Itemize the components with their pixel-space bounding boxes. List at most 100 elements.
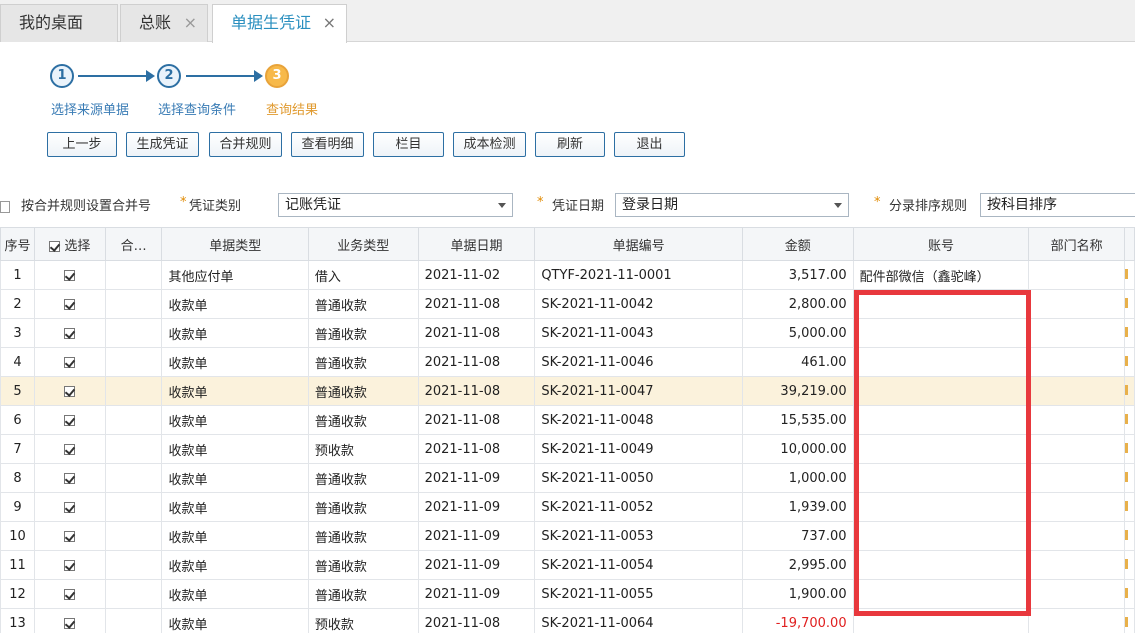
cell-seq[interactable]: 11 — [0, 550, 35, 580]
cell-amount[interactable]: 1,900.00 — [741, 579, 854, 609]
cell-amount[interactable]: 10,000.00 — [741, 434, 854, 464]
row-select-checkbox[interactable] — [64, 385, 76, 397]
exit-button[interactable]: 退出 — [614, 132, 685, 157]
cell-amount[interactable]: 461.00 — [741, 347, 854, 377]
table-row[interactable]: 7 收款单 预收款 2021-11-08 SK-2021-11-0049 10,000.0… — [0, 434, 1135, 464]
cell-select[interactable] — [33, 579, 106, 609]
cell-doc-date[interactable]: 2021-11-09 — [417, 550, 536, 580]
cell-account[interactable] — [852, 376, 1030, 406]
cell-biz-type[interactable]: 普通收款 — [307, 521, 419, 551]
cell-biz-type[interactable]: 普通收款 — [307, 318, 419, 348]
cell-seq[interactable]: 4 — [0, 347, 35, 377]
cell-doc-no[interactable]: SK-2021-11-0042 — [534, 289, 743, 319]
merge-rules-button[interactable]: 合并规则 — [209, 132, 282, 157]
cell-select[interactable] — [33, 550, 106, 580]
cell-doc-type[interactable]: 收款单 — [161, 405, 309, 435]
table-row[interactable]: 13 收款单 预收款 2021-11-08 SK-2021-11-0064 -19,700… — [0, 608, 1135, 633]
cell-doc-type[interactable]: 收款单 — [161, 550, 309, 580]
cell-dept[interactable] — [1028, 463, 1125, 493]
cell-account[interactable] — [852, 289, 1030, 319]
cell-doc-no[interactable]: SK-2021-11-0047 — [534, 376, 743, 406]
cell-doc-date[interactable]: 2021-11-09 — [417, 521, 536, 551]
table-row[interactable]: 5 收款单 普通收款 2021-11-08 SK-2021-11-0047 39,219.… — [0, 376, 1135, 406]
cell-amount[interactable]: 1,000.00 — [741, 463, 854, 493]
row-select-checkbox[interactable] — [64, 501, 76, 513]
cell-doc-no[interactable]: SK-2021-11-0052 — [534, 492, 743, 522]
columns-button[interactable]: 栏目 — [373, 132, 444, 157]
cell-merge[interactable] — [104, 318, 163, 348]
table-row[interactable]: 2 收款单 普通收款 2021-11-08 SK-2021-11-0042 2,800.0… — [0, 289, 1135, 319]
tab-general-ledger[interactable]: 总账 × — [120, 4, 208, 42]
cell-amount[interactable]: 3,517.00 — [741, 260, 854, 290]
cell-overflow[interactable] — [1123, 260, 1135, 290]
refresh-button[interactable]: 刷新 — [535, 132, 605, 157]
chevron-down-icon[interactable] — [498, 203, 506, 208]
cell-overflow[interactable] — [1123, 347, 1135, 377]
cell-doc-date[interactable]: 2021-11-09 — [417, 463, 536, 493]
cell-dept[interactable] — [1028, 579, 1125, 609]
cell-overflow[interactable] — [1123, 318, 1135, 348]
cell-account[interactable] — [852, 521, 1030, 551]
col-header-dept[interactable]: 部门名称 — [1028, 227, 1125, 261]
col-header-select[interactable]: 选择 — [33, 227, 106, 261]
table-row[interactable]: 3 收款单 普通收款 2021-11-08 SK-2021-11-0043 5,000.0… — [0, 318, 1135, 348]
cell-biz-type[interactable]: 预收款 — [307, 608, 419, 633]
cell-doc-date[interactable]: 2021-11-08 — [417, 434, 536, 464]
cell-biz-type[interactable]: 普通收款 — [307, 550, 419, 580]
cell-dept[interactable] — [1028, 434, 1125, 464]
cell-dept[interactable] — [1028, 608, 1125, 633]
cell-merge[interactable] — [104, 405, 163, 435]
cell-merge[interactable] — [104, 521, 163, 551]
cell-biz-type[interactable]: 普通收款 — [307, 492, 419, 522]
cell-amount[interactable]: 2,800.00 — [741, 289, 854, 319]
cell-overflow[interactable] — [1123, 405, 1135, 435]
cell-doc-date[interactable]: 2021-11-09 — [417, 579, 536, 609]
row-select-checkbox[interactable] — [64, 588, 76, 600]
cell-amount[interactable]: 2,995.00 — [741, 550, 854, 580]
cell-merge[interactable] — [104, 550, 163, 580]
cell-biz-type[interactable]: 普通收款 — [307, 376, 419, 406]
row-select-checkbox[interactable] — [64, 443, 76, 455]
cell-doc-date[interactable]: 2021-11-08 — [417, 405, 536, 435]
cell-dept[interactable] — [1028, 376, 1125, 406]
cell-seq[interactable]: 2 — [0, 289, 35, 319]
generate-voucher-button[interactable]: 生成凭证 — [126, 132, 199, 157]
table-row[interactable]: 12 收款单 普通收款 2021-11-09 SK-2021-11-0055 1,900.… — [0, 579, 1135, 609]
cell-doc-date[interactable]: 2021-11-08 — [417, 608, 536, 633]
cell-doc-no[interactable]: SK-2021-11-0050 — [534, 463, 743, 493]
cell-amount[interactable]: 5,000.00 — [741, 318, 854, 348]
cell-amount[interactable]: 15,535.00 — [741, 405, 854, 435]
cell-doc-type[interactable]: 收款单 — [161, 347, 309, 377]
row-select-checkbox[interactable] — [64, 530, 76, 542]
cell-doc-no[interactable]: SK-2021-11-0053 — [534, 521, 743, 551]
row-select-checkbox[interactable] — [64, 414, 76, 426]
cell-select[interactable] — [33, 376, 106, 406]
col-header-account[interactable]: 账号 — [852, 227, 1030, 261]
col-header-doc-type[interactable]: 单据类型 — [161, 227, 309, 261]
cell-account[interactable] — [852, 608, 1030, 633]
cell-seq[interactable]: 10 — [0, 521, 35, 551]
cell-select[interactable] — [33, 492, 106, 522]
table-row[interactable]: 10 收款单 普通收款 2021-11-09 SK-2021-11-0053 737.00 — [0, 521, 1135, 551]
cell-biz-type[interactable]: 普通收款 — [307, 579, 419, 609]
cell-biz-type[interactable]: 借入 — [307, 260, 419, 290]
cell-dept[interactable] — [1028, 405, 1125, 435]
cell-account[interactable] — [852, 434, 1030, 464]
cell-biz-type[interactable]: 普通收款 — [307, 347, 419, 377]
cell-seq[interactable]: 9 — [0, 492, 35, 522]
cell-account[interactable] — [852, 318, 1030, 348]
cell-overflow[interactable] — [1123, 463, 1135, 493]
cell-doc-type[interactable]: 收款单 — [161, 289, 309, 319]
cell-doc-type[interactable]: 收款单 — [161, 579, 309, 609]
cell-amount[interactable]: 39,219.00 — [741, 376, 854, 406]
tab-my-desktop[interactable]: 我的桌面 — [0, 4, 118, 42]
cell-select[interactable] — [33, 608, 106, 633]
cell-seq[interactable]: 5 — [0, 376, 35, 406]
cell-overflow[interactable] — [1123, 608, 1135, 633]
cell-seq[interactable]: 6 — [0, 405, 35, 435]
cell-amount[interactable]: 737.00 — [741, 521, 854, 551]
cell-select[interactable] — [33, 260, 106, 290]
col-header-doc-no[interactable]: 单据编号 — [534, 227, 743, 261]
cell-doc-type[interactable]: 收款单 — [161, 492, 309, 522]
cell-merge[interactable] — [104, 376, 163, 406]
